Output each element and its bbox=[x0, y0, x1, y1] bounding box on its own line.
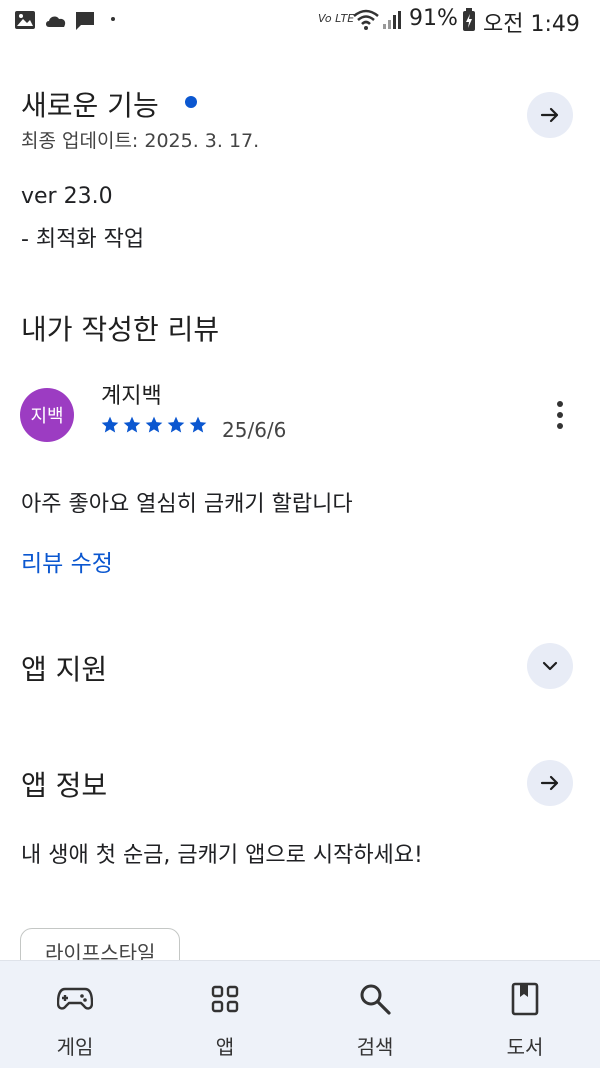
reviewer-name: 계지백 bbox=[101, 384, 162, 409]
clock: 오전 1:49 bbox=[483, 12, 580, 37]
more-vert-icon bbox=[557, 401, 563, 429]
network-label: Vo LTE bbox=[318, 12, 355, 25]
star-icon bbox=[123, 416, 141, 433]
nav-label-games: 게임 bbox=[56, 1035, 94, 1059]
cloud-icon bbox=[46, 16, 66, 27]
review-date: 25/6/6 bbox=[222, 418, 287, 442]
edit-review-link[interactable]: 리뷰 수정 bbox=[21, 544, 113, 578]
apps-grid-icon bbox=[205, 979, 245, 1019]
app-support-expand-button[interactable] bbox=[527, 643, 573, 689]
review-more-button[interactable] bbox=[545, 395, 575, 435]
nav-label-search: 검색 bbox=[356, 1035, 394, 1059]
app-info-title: 앱 정보 bbox=[21, 769, 108, 802]
battery-icon bbox=[463, 8, 475, 31]
update-note: - 최적화 작업 bbox=[21, 227, 145, 252]
nav-label-books: 도서 bbox=[506, 1035, 544, 1059]
gamepad-icon bbox=[55, 979, 95, 1019]
notification-dot bbox=[111, 17, 115, 21]
app-support-title: 앱 지원 bbox=[21, 653, 108, 686]
review-text: 아주 좋아요 열심히 금캐기 할랍니다 bbox=[21, 492, 353, 517]
gallery-icon bbox=[15, 11, 35, 29]
wifi-icon bbox=[353, 9, 379, 30]
star-icon bbox=[167, 416, 185, 433]
whats-new-title: 새로운 기능 bbox=[21, 89, 159, 122]
arrow-right-icon bbox=[540, 775, 559, 791]
status-bar: Vo LTE 91% 오전 1:49 bbox=[0, 0, 600, 40]
bottom-navigation: 게임 앱 검색 도서 bbox=[0, 960, 600, 1068]
nav-item-games[interactable]: 게임 bbox=[0, 961, 150, 1068]
nav-item-books[interactable]: 도서 bbox=[450, 961, 600, 1068]
star-icon bbox=[189, 416, 207, 433]
signal-icon bbox=[383, 11, 401, 29]
battery-percent: 91% bbox=[409, 6, 458, 31]
search-icon bbox=[355, 979, 395, 1019]
nav-label-apps: 앱 bbox=[215, 1035, 235, 1059]
new-indicator-dot bbox=[185, 96, 197, 108]
message-icon bbox=[76, 12, 94, 30]
nav-item-search[interactable]: 검색 bbox=[300, 961, 450, 1068]
version-text: ver 23.0 bbox=[21, 184, 113, 209]
app-description: 내 생애 첫 순금, 금캐기 앱으로 시작하세요! bbox=[21, 843, 423, 868]
star-icon bbox=[145, 416, 163, 433]
whats-new-arrow-button[interactable] bbox=[527, 92, 573, 138]
last-updated-text: 최종 업데이트: 2025. 3. 17. bbox=[21, 130, 260, 152]
star-rating bbox=[100, 415, 208, 435]
nav-item-apps[interactable]: 앱 bbox=[150, 961, 300, 1068]
my-review-title: 내가 작성한 리뷰 bbox=[21, 313, 220, 346]
avatar: 지백 bbox=[20, 388, 74, 442]
book-icon bbox=[505, 979, 545, 1019]
arrow-right-icon bbox=[540, 107, 559, 123]
star-icon bbox=[101, 416, 119, 433]
chevron-down-icon bbox=[542, 661, 558, 671]
app-info-arrow-button[interactable] bbox=[527, 760, 573, 806]
